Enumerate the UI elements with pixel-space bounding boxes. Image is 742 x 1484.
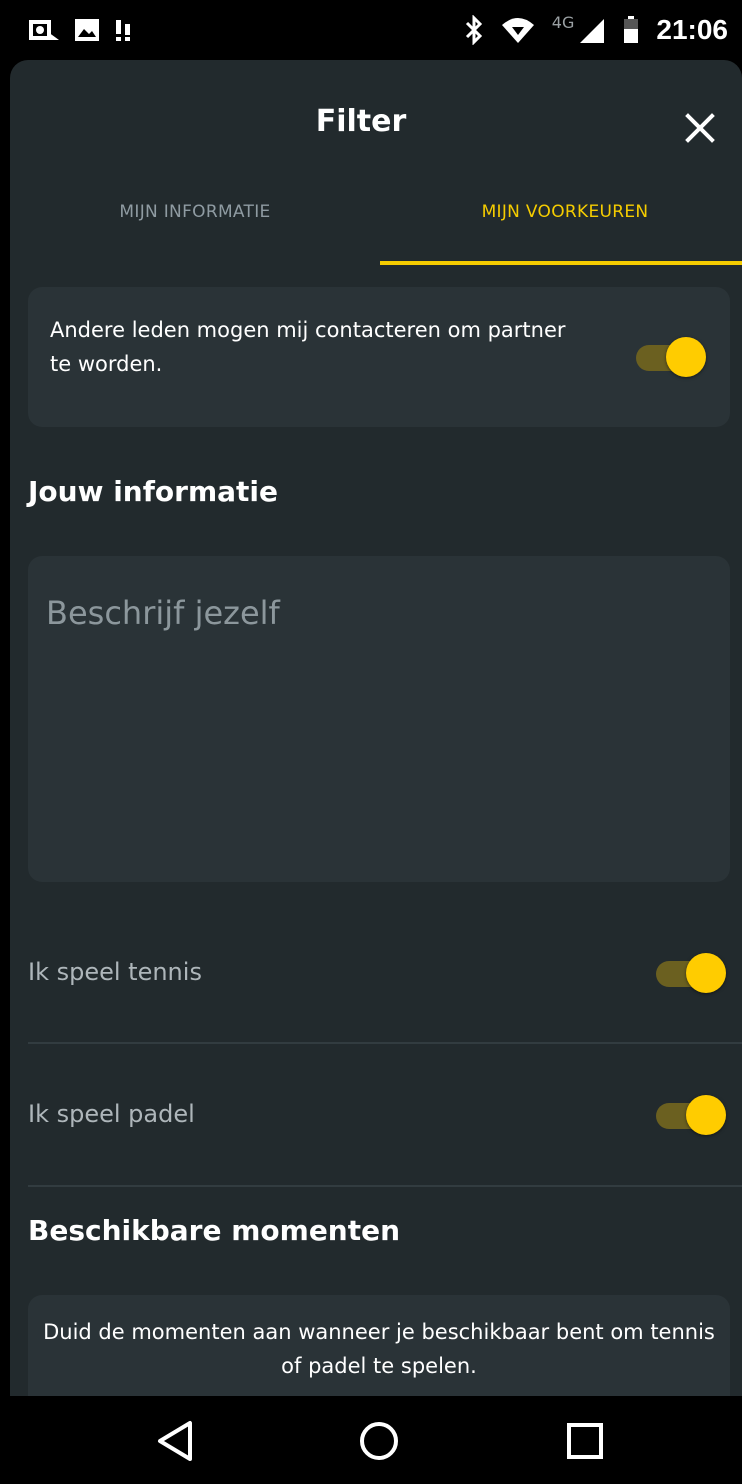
sim-icon — [116, 20, 130, 41]
battery-icon — [624, 16, 639, 43]
bluetooth-icon — [465, 15, 482, 45]
status-right-icons: 4G 21:06 — [464, 12, 728, 46]
divider — [28, 1185, 742, 1187]
toggle-knob — [686, 1095, 726, 1135]
network-type: 4G — [551, 12, 575, 32]
contact-permission-toggle[interactable] — [632, 337, 706, 377]
home-icon[interactable] — [354, 1416, 404, 1466]
padel-toggle[interactable] — [652, 1095, 726, 1135]
status-time: 21:06 — [656, 14, 728, 45]
signal-icon — [580, 19, 605, 43]
status-bar: 4G 21:06 — [0, 0, 742, 62]
your-info-heading: Jouw informatie — [28, 475, 279, 508]
tab-mijn-voorkeuren[interactable]: MIJN VOORKEUREN — [420, 202, 710, 222]
back-icon[interactable] — [152, 1416, 202, 1466]
image-icon — [75, 19, 99, 41]
close-icon[interactable] — [680, 108, 720, 148]
divider — [28, 1042, 742, 1044]
availability-info-text: Duid de momenten aan wanneer je beschikb… — [43, 1320, 715, 1378]
contact-permission-card: Andere leden mogen mij contacteren om pa… — [28, 287, 730, 427]
contact-permission-label: Andere leden mogen mij contacteren om pa… — [50, 318, 566, 376]
description-placeholder: Beschrijf jezelf — [46, 594, 280, 632]
wifi-icon — [501, 18, 534, 43]
page-title: Filter — [315, 104, 407, 139]
toggle-knob — [666, 337, 706, 377]
recents-icon[interactable] — [560, 1416, 610, 1466]
system-nav-bar — [0, 1396, 742, 1484]
availability-heading: Beschikbare momenten — [28, 1214, 401, 1247]
padel-label: Ik speel padel — [28, 1100, 195, 1128]
description-textarea[interactable]: Beschrijf jezelf — [28, 556, 730, 882]
status-left-icons — [28, 18, 134, 42]
active-tab-indicator — [380, 261, 742, 265]
tennis-label: Ik speel tennis — [28, 958, 202, 986]
tennis-toggle[interactable] — [652, 953, 726, 993]
tab-mijn-informatie[interactable]: MIJN INFORMATIE — [60, 202, 330, 222]
toggle-knob — [686, 953, 726, 993]
camera-icon — [29, 20, 59, 40]
